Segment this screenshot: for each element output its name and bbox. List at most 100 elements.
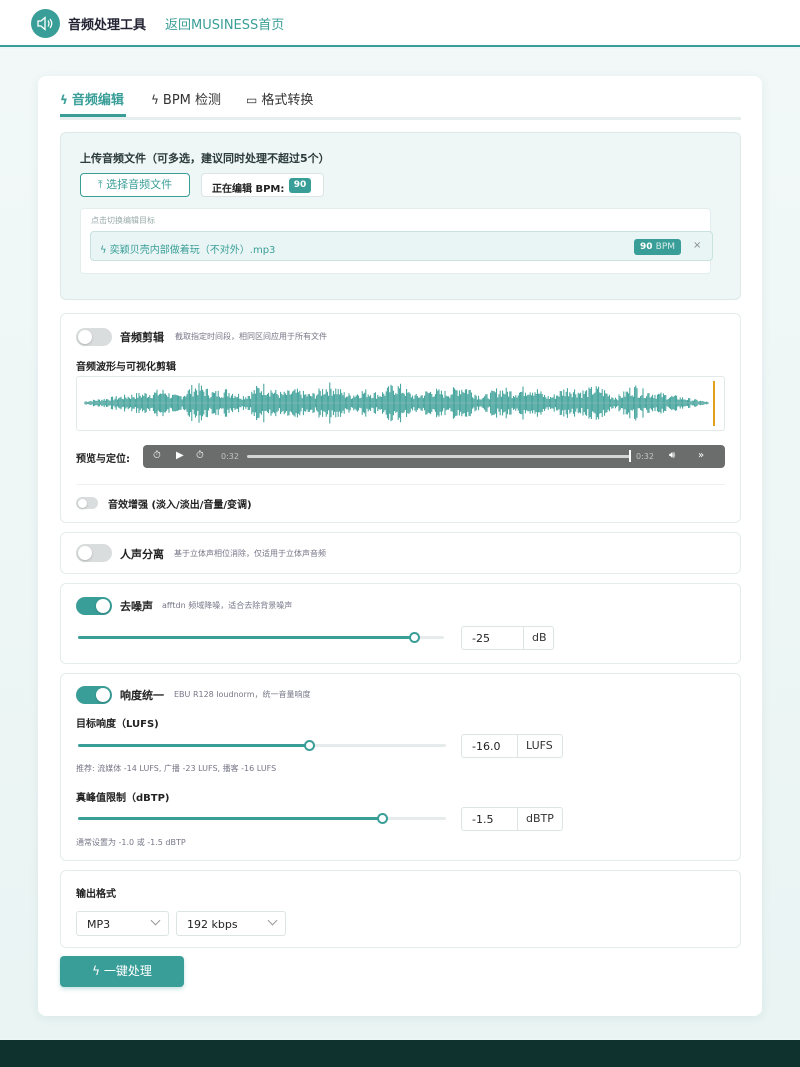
preview-label: 预览与定位: [76,454,130,465]
vocal-description: 基于立体声相位消除，仅适用于立体声音频 [174,549,326,558]
top-bar: 音频处理工具 返回MUSINESS首页 [0,0,800,47]
waveform-graphic [84,381,715,426]
format-select[interactable]: MP3 [76,911,169,936]
file-list: 点击切换编辑目标 ϟ 奕颖贝壳内部做着玩（不对外）.mp3 90 BPM × [80,208,713,274]
loudness-toggle[interactable] [76,686,112,704]
true-peak-unit: dBTP [517,808,563,830]
true-peak-slider[interactable] [78,813,446,825]
target-loudness-value: -16.0 [472,740,501,753]
loudness-section: 响度统一 EBU R128 loudnorm，统一音量响度 目标响度（LUFS)… [60,673,741,861]
denoise-description: afftdn 频域降噪，适合去除背景噪声 [162,601,293,610]
toggle-knob [78,546,92,560]
main-card: ϟ 音频编辑 ϟ BPM 检测 ▭ 格式转换 上传音频文件（可多选，建议同时处理不超过… [38,76,762,1016]
denoise-value-input[interactable]: -25 dB [461,626,554,650]
editing-bpm-badge: 90 [289,178,311,193]
process-button[interactable]: ϟ 一键处理 [60,956,184,987]
play-icon[interactable]: ▶ [176,450,184,461]
slider-handle[interactable] [303,740,315,751]
vocal-toggle[interactable] [76,544,112,562]
bolt-icon: ϟ [92,964,104,978]
process-button-label: 一键处理 [103,964,152,978]
waveform-label: 音频波形与可视化剪辑 [76,362,176,373]
app-title: 音频处理工具 [68,18,147,33]
tab-format-convert[interactable]: ▭ 格式转换 [246,89,313,108]
bolt-icon: ϟ [100,245,110,256]
fast-forward-icon[interactable]: » [698,450,704,461]
slider-fill [78,744,310,747]
seek-track[interactable] [247,455,631,458]
denoise-section: 去噪声 afftdn 频域降噪，适合去除背景噪声 -25 dB [60,583,741,664]
file-item[interactable]: ϟ 奕颖贝壳内部做着玩（不对外）.mp3 90 BPM × [90,231,713,261]
denoise-slider[interactable] [78,632,444,644]
denoise-toggle[interactable] [76,597,112,615]
denoise-unit: dB [523,627,554,649]
editing-bpm-label: 正在编辑 BPM: [212,184,285,195]
trim-title: 音频剪辑 [120,331,164,344]
upload-panel: 上传音频文件（可多选，建议同时处理不超过5个） ⤒ 选择音频文件 正在编辑 BP… [60,132,741,300]
editing-bpm-box: 正在编辑 BPM: 90 [201,173,324,197]
slider-fill [78,817,384,820]
rewind-icon[interactable]: ⏱ [153,450,161,461]
bitrate-value: 192 kbps [187,918,238,931]
target-loudness-label: 目标响度（LUFS) [76,719,159,730]
tab-label: 音频编辑 [71,93,124,108]
tab-bpm-detect[interactable]: ϟ BPM 检测 [151,89,221,108]
slider-handle[interactable] [377,813,389,824]
vocal-separation-section: 人声分离 基于立体声相位消除，仅适用于立体声音频 [60,532,741,574]
slider-handle[interactable] [408,632,420,643]
enhance-label: 音效增强 (淡入/淡出/音量/变调) [108,500,252,511]
file-bpm-unit: BPM [655,242,676,252]
true-peak-input[interactable]: -1.5 dBTP [461,807,563,831]
bitrate-select[interactable]: 192 kbps [176,911,286,936]
vocal-title: 人声分离 [120,548,164,561]
back-to-home-link[interactable]: 返回MUSINESS首页 [165,14,284,33]
loudness-description: EBU R128 loudnorm，统一音量响度 [174,690,311,699]
toggle-knob [96,688,110,702]
output-format-title: 输出格式 [76,889,116,900]
file-name: ϟ 奕颖贝壳内部做着玩（不对外）.mp3 [100,241,275,256]
end-time: 0:32 [636,452,654,461]
tab-audio-edit[interactable]: ϟ 音频编辑 [60,89,124,108]
footer-bar [0,1040,800,1067]
true-peak-value: -1.5 [472,813,494,826]
denoise-title: 去噪声 [120,600,153,613]
speaker-logo-icon [31,9,60,38]
tab-bar: ϟ 音频编辑 ϟ BPM 检测 ▭ 格式转换 [60,86,741,120]
file-name-text: 奕颖贝壳内部做着玩（不对外）.mp3 [109,245,276,256]
trim-description: 截取指定时间段，相同区间应用于所有文件 [175,332,327,341]
true-peak-hint: 通常设置为 -1.0 或 -1.5 dBTP [76,838,186,847]
loudness-title: 响度统一 [120,689,164,702]
remove-file-button[interactable]: × [693,240,701,251]
target-loudness-slider[interactable] [78,740,446,752]
target-loudness-hint: 推荐: 流媒体 -14 LUFS, 广播 -23 LUFS, 播客 -16 LU… [76,764,277,773]
tab-label: BPM 检测 [162,93,222,108]
seek-thumb[interactable] [629,450,631,462]
forward-icon[interactable]: ⏱ [196,450,204,461]
choose-audio-label: 选择音频文件 [106,178,173,191]
upload-icon: ⤒ [97,178,107,191]
toggle-knob [78,498,87,508]
waveform-editor[interactable] [76,376,725,431]
trim-toggle[interactable] [76,328,112,346]
bolt-icon: ϟ [60,93,68,107]
audio-player: ⏱ ▶ ⏱ 0:32 0:32 🔊︎ » [143,445,725,468]
upload-title: 上传音频文件（可多选，建议同时处理不超过5个） [80,152,330,165]
switch-target-hint: 点击切换编辑目标 [91,216,155,225]
chevron-down-icon [267,915,278,926]
target-loudness-unit: LUFS [517,735,563,757]
active-tab-indicator [60,114,126,117]
output-format-section: 输出格式 MP3 192 kbps [60,870,741,948]
trim-section: 音频剪辑 截取指定时间段，相同区间应用于所有文件 音频波形与可视化剪辑 预览与定… [60,313,741,523]
file-bpm-value: 90 [639,242,653,252]
volume-icon[interactable]: 🔊︎ [669,450,675,461]
enhance-toggle[interactable] [76,497,98,509]
folder-icon: ▭ [246,93,258,107]
denoise-value: -25 [472,632,490,645]
bolt-icon: ϟ [151,93,159,107]
target-loudness-input[interactable]: -16.0 LUFS [461,734,563,758]
choose-audio-file-button[interactable]: ⤒ 选择音频文件 [80,173,190,197]
tab-label: 格式转换 [261,93,314,108]
format-value: MP3 [87,918,111,931]
toggle-knob [96,599,110,613]
toggle-knob [78,330,92,344]
